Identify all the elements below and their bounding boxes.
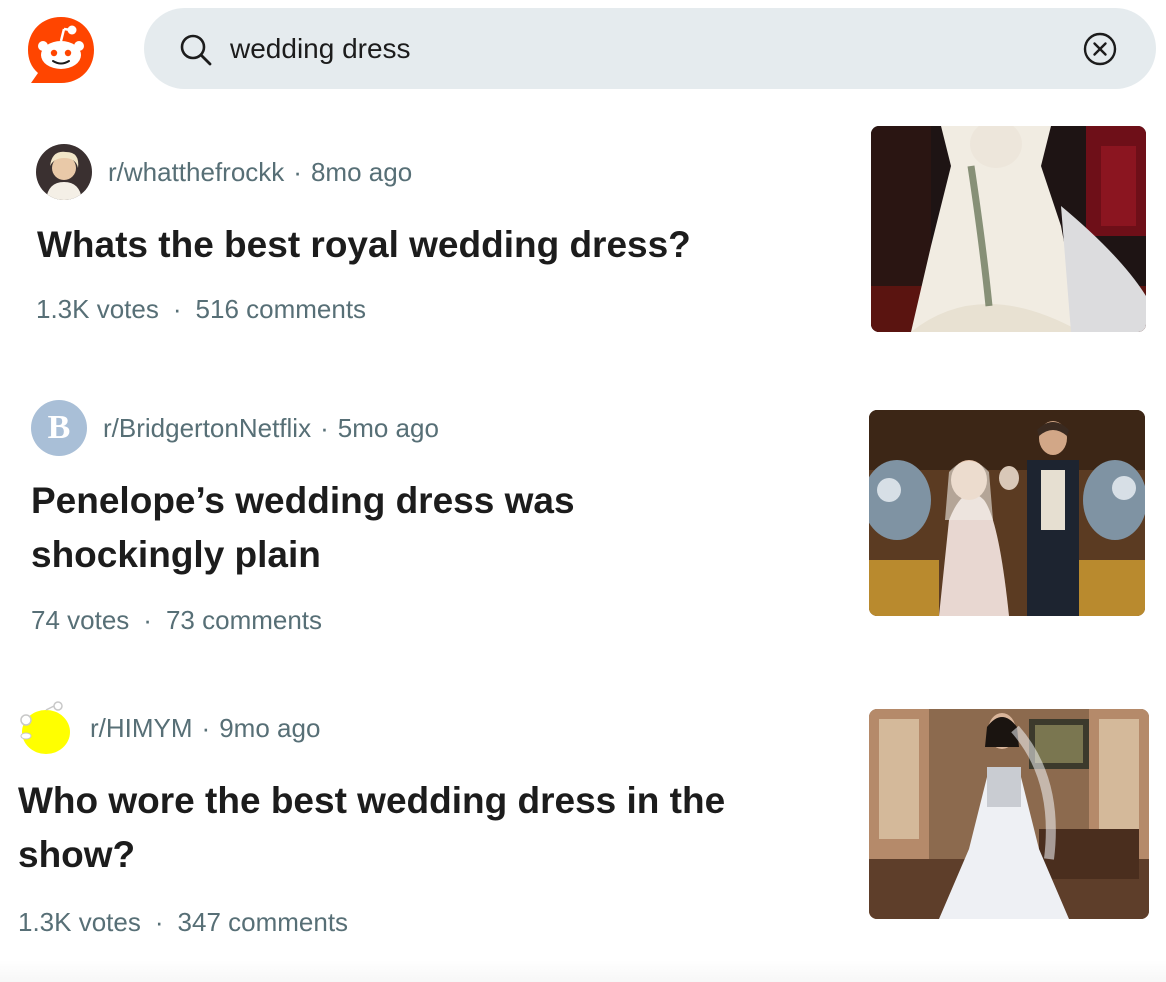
vote-count: 1.3K votes (18, 907, 141, 937)
post-title-line: shockingly plain (31, 534, 321, 575)
post-thumbnail[interactable] (871, 126, 1146, 332)
meta-separator: · (201, 712, 211, 743)
comment-count[interactable]: 347 comments (178, 907, 349, 938)
search-input[interactable]: wedding dress (230, 30, 411, 68)
meta-separator: · (293, 156, 302, 187)
list-bottom-edge (0, 960, 1166, 982)
vote-count: 74 votes (31, 605, 130, 635)
post-title-line: show? (18, 834, 136, 875)
avatar-letter: B (47, 409, 71, 446)
subreddit-name[interactable]: r/whatthefrockk (108, 157, 284, 188)
post-title[interactable]: Penelope’s wedding dress was shockingly … (31, 474, 831, 582)
post-meta: r/HIMYM · 9mo ago (18, 700, 320, 756)
subreddit-name[interactable]: r/BridgertonNetflix (103, 413, 311, 444)
post-thumbnail[interactable] (869, 709, 1149, 919)
subreddit-avatar[interactable] (18, 700, 74, 756)
subreddit-avatar[interactable] (36, 144, 92, 200)
stats-separator: · (154, 907, 164, 937)
vote-count: 1.3K votes (36, 294, 159, 324)
comment-count[interactable]: 516 comments (196, 294, 367, 325)
search-icon (178, 32, 214, 68)
post-meta: B r/BridgertonNetflix · 5mo ago (31, 400, 439, 456)
stats-separator: · (172, 294, 182, 324)
post-stats: 74 votes · 73 comments (31, 605, 322, 636)
comment-count[interactable]: 73 comments (166, 605, 322, 636)
subreddit-avatar[interactable]: B (31, 400, 87, 456)
subreddit-name[interactable]: r/HIMYM (90, 713, 193, 744)
post-age: 8mo ago (310, 156, 413, 187)
post-title-line: Who wore the best wedding dress in the (18, 780, 726, 821)
post-stats: 1.3K votes · 516 comments (36, 294, 366, 325)
meta-separator: · (320, 412, 329, 443)
post-stats: 1.3K votes · 347 comments (18, 907, 348, 938)
post-thumbnail[interactable] (869, 410, 1145, 616)
search-results-page: wedding dress r/whatthefrockk · 8mo ago (0, 0, 1166, 982)
post-age: 5mo ago (337, 412, 439, 443)
post-title[interactable]: Whats the best royal wedding dress? (37, 218, 827, 272)
stats-separator: · (143, 605, 152, 635)
post-meta: r/whatthefrockk · 8mo ago (36, 144, 412, 200)
reddit-logo-icon[interactable] (26, 15, 96, 85)
search-bar[interactable]: wedding dress (144, 8, 1156, 89)
post-title-line: Penelope’s wedding dress was (31, 480, 575, 521)
close-circle-icon[interactable] (1082, 31, 1118, 67)
post-title[interactable]: Who wore the best wedding dress in the s… (18, 774, 838, 882)
post-age: 9mo ago (219, 712, 321, 743)
